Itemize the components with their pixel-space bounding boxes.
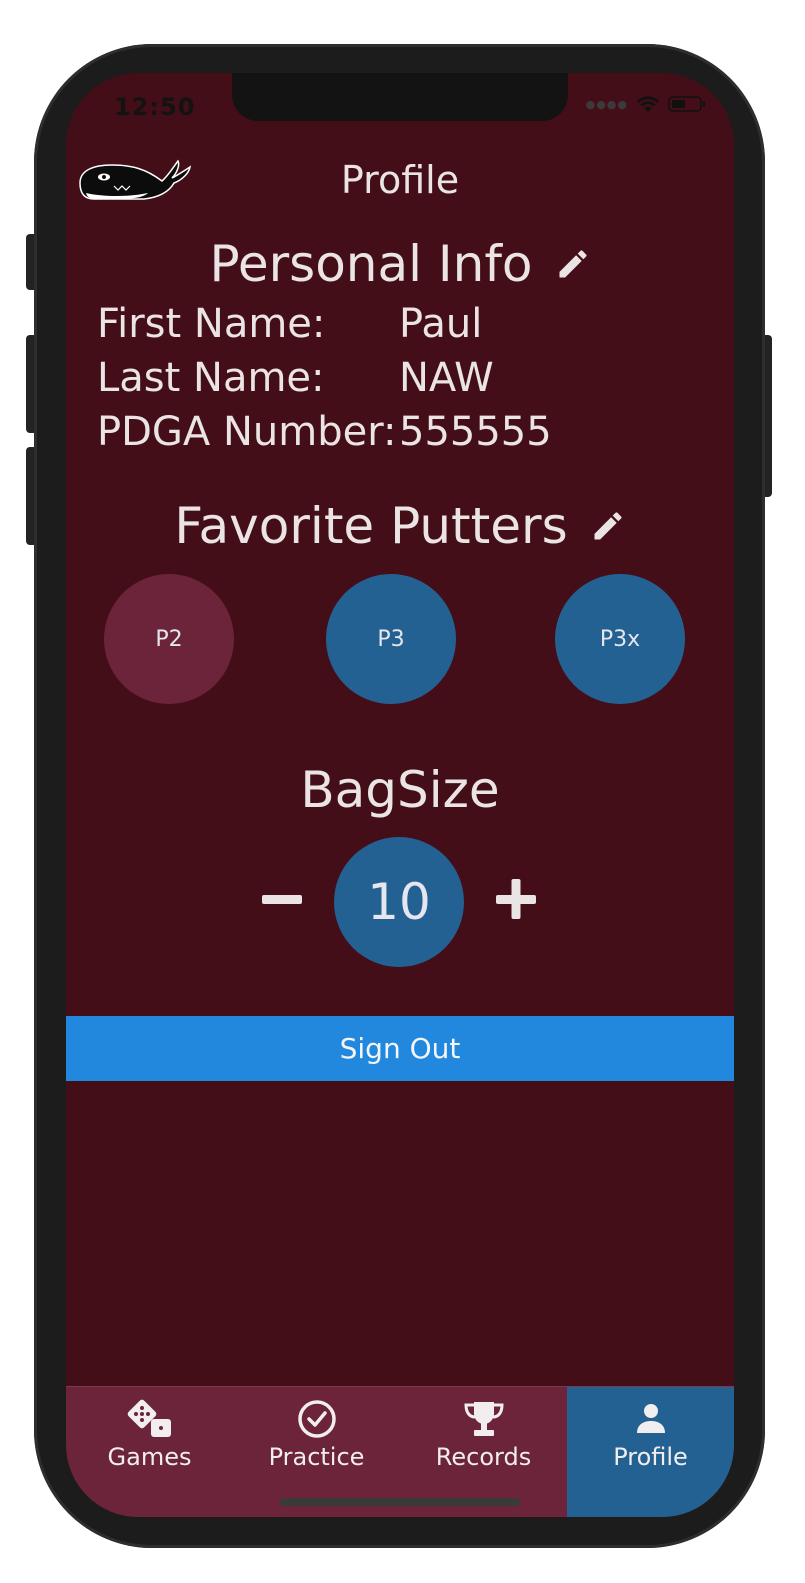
first-name-label: First Name: [97,301,326,347]
personal-info-heading: Personal Info [209,235,533,293]
edit-putters-pencil-icon[interactable] [590,508,626,544]
home-indicator [280,1498,520,1506]
trophy-icon [463,1402,504,1436]
putter-p3x-button[interactable]: P3x [555,574,685,704]
status-time: 12:50 [114,93,196,121]
check-circle-icon [297,1400,336,1438]
putter-p3-button[interactable]: P3 [326,574,456,704]
first-name-value: Paul [399,301,483,347]
favorite-putters-section: Favorite Putters [66,497,734,555]
putter-p2-button[interactable]: P2 [104,574,234,704]
last-name-value: NAW [399,355,494,401]
wifi-icon [637,96,659,112]
pdga-number-row: PDGA Number:555555 [97,409,552,455]
battery-icon [668,96,705,112]
notch [232,73,568,121]
bag-size-heading: BagSize [300,761,500,819]
page-title: Profile [340,158,460,202]
tab-profile[interactable]: Profile [567,1387,734,1517]
status-icons: ●●●● [586,95,706,113]
sign-out-button[interactable]: Sign Out [66,1016,734,1081]
personal-info-section: Personal Info [66,235,734,293]
dice-icon [127,1399,171,1437]
pdga-number-value: 555555 [399,409,552,455]
signal-icon: ●●●● [585,97,628,111]
decrement-minus-icon[interactable] [258,875,306,923]
app-screen: 12:50 ●●●● Profile Personal Info First N… [66,73,734,1517]
last-name-label: Last Name: [97,355,325,401]
bag-size-value: 10 [334,837,464,967]
favorite-putters-heading: Favorite Putters [174,497,568,555]
last-name-row: Last Name: NAW [97,355,494,401]
tab-games-label: Games [107,1443,192,1471]
person-icon [636,1404,665,1433]
increment-plus-icon[interactable] [492,875,540,923]
tab-records-label: Records [435,1443,532,1471]
pdga-number-label: PDGA Number: [97,409,397,455]
tab-practice-label: Practice [268,1443,365,1471]
first-name-row: First Name: Paul [97,301,482,347]
edit-personal-info-pencil-icon[interactable] [555,246,591,282]
tab-profile-label: Profile [613,1443,688,1471]
tab-games[interactable]: Games [66,1387,233,1517]
